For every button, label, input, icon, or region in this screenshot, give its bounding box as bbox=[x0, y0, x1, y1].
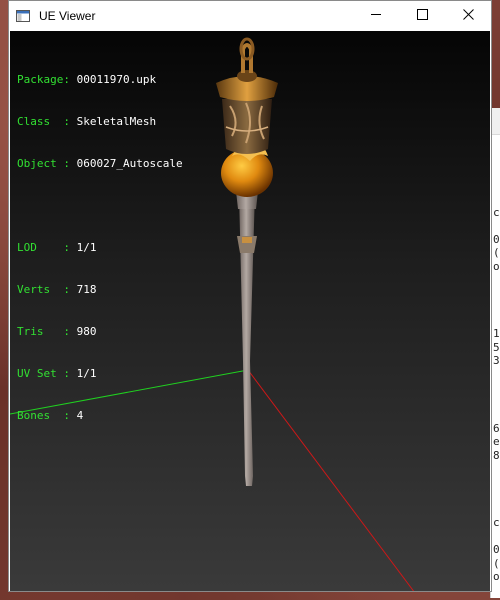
info-row-bones: Bones : 4 bbox=[17, 409, 84, 422]
info-row-package: Package: 00011970.upk bbox=[17, 73, 157, 86]
minimize-icon bbox=[370, 7, 382, 25]
titlebar[interactable]: UE Viewer bbox=[9, 1, 491, 31]
maximize-button[interactable] bbox=[399, 1, 445, 31]
info-row-class: Class : SkeletalMesh bbox=[17, 115, 157, 128]
axis-x-line bbox=[247, 369, 415, 591]
app-icon bbox=[16, 9, 30, 23]
staff-shaft bbox=[239, 191, 255, 486]
info-row-object: Object : 060027_Autoscale bbox=[17, 157, 183, 170]
3d-viewport[interactable]: Package: 00011970.upk Class : SkeletalMe… bbox=[10, 31, 490, 591]
info-row-verts: Verts : 718 bbox=[17, 283, 97, 296]
info-row-tris: Tris : 980 bbox=[17, 325, 97, 338]
window-title: UE Viewer bbox=[39, 9, 96, 23]
maximize-icon bbox=[416, 7, 428, 25]
background-window-titlebar bbox=[491, 108, 500, 135]
info-spacer bbox=[17, 199, 183, 213]
info-row-uvset: UV Set : 1/1 bbox=[17, 367, 97, 380]
minimize-button[interactable] bbox=[353, 1, 399, 31]
ue-viewer-window[interactable]: UE Viewer Package: 00011970.upk Class: … bbox=[8, 0, 492, 592]
close-icon bbox=[462, 7, 474, 25]
close-button[interactable] bbox=[445, 1, 491, 31]
mesh-info-overlay: Package: 00011970.upk Class : SkeletalMe… bbox=[17, 45, 183, 451]
background-window-text: c 0 ( o 1 5 3 6 e 8 c 0 ( o bbox=[493, 205, 500, 584]
info-row-lod: LOD : 1/1 bbox=[17, 241, 97, 254]
